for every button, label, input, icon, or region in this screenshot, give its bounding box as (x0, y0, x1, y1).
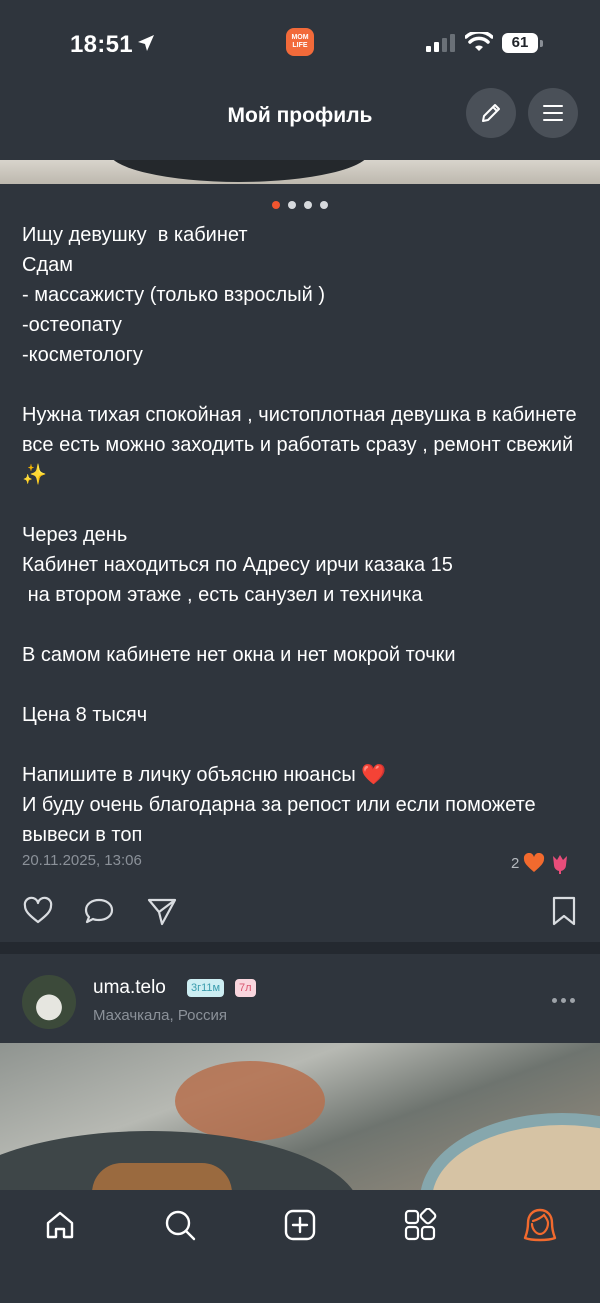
app-badge: MOM LIFE (286, 28, 314, 56)
add-icon (284, 1209, 316, 1241)
avatar[interactable] (22, 975, 76, 1029)
carousel-dot (288, 201, 296, 209)
search-icon (165, 1210, 196, 1241)
child-age-badge-2: 7л (235, 979, 256, 997)
share-icon[interactable] (146, 895, 178, 927)
tab-home[interactable] (40, 1205, 80, 1245)
status-bar: 18:51 MOM LIFE 61 (0, 0, 600, 88)
user-location: Махачкала, Россия (93, 1007, 228, 1024)
carousel-dot (320, 201, 328, 209)
comment-icon[interactable] (83, 895, 115, 927)
like-icon[interactable] (22, 895, 54, 927)
location-arrow-icon (138, 35, 154, 51)
carousel-dot-active (272, 201, 280, 209)
categories-icon (404, 1208, 437, 1241)
tab-add[interactable] (280, 1205, 320, 1245)
more-dot-icon (570, 998, 575, 1003)
carousel-indicator (0, 201, 600, 209)
menu-icon (543, 105, 563, 121)
post-body-text: Ищу девушку в кабинет Сдам - массажисту … (22, 224, 577, 846)
username[interactable]: uma.telo (93, 977, 166, 999)
tulip-reaction-icon (553, 855, 568, 874)
tab-search[interactable] (160, 1205, 200, 1245)
feed-divider (0, 942, 600, 954)
heart-reaction-icon (524, 853, 545, 872)
cellular-signal-icon (426, 34, 455, 52)
more-options-button[interactable] (552, 998, 575, 1003)
edit-profile-button[interactable] (466, 88, 516, 138)
bookmark-icon[interactable] (550, 895, 578, 927)
carousel-dot (304, 201, 312, 209)
battery-indicator: 61 (502, 33, 538, 53)
tab-categories[interactable] (400, 1205, 440, 1245)
menu-button[interactable] (528, 88, 578, 138)
profile-icon (523, 1208, 557, 1242)
home-icon (46, 1211, 74, 1239)
child-age-badge: 3г11м (187, 979, 225, 997)
tab-profile[interactable] (520, 1205, 560, 1245)
reaction-count: 2 (511, 854, 520, 872)
wifi-icon (465, 32, 493, 51)
reactions-summary[interactable]: 2 (511, 852, 571, 874)
post-image[interactable] (0, 160, 600, 184)
more-dot-icon (552, 998, 557, 1003)
post-image[interactable] (0, 1043, 600, 1190)
more-dot-icon (561, 998, 566, 1003)
battery-tip (540, 40, 543, 47)
post-date: 20.11.2025, 13:06 (22, 852, 142, 869)
status-time: 18:51 (70, 31, 133, 58)
pencil-icon (482, 104, 500, 122)
